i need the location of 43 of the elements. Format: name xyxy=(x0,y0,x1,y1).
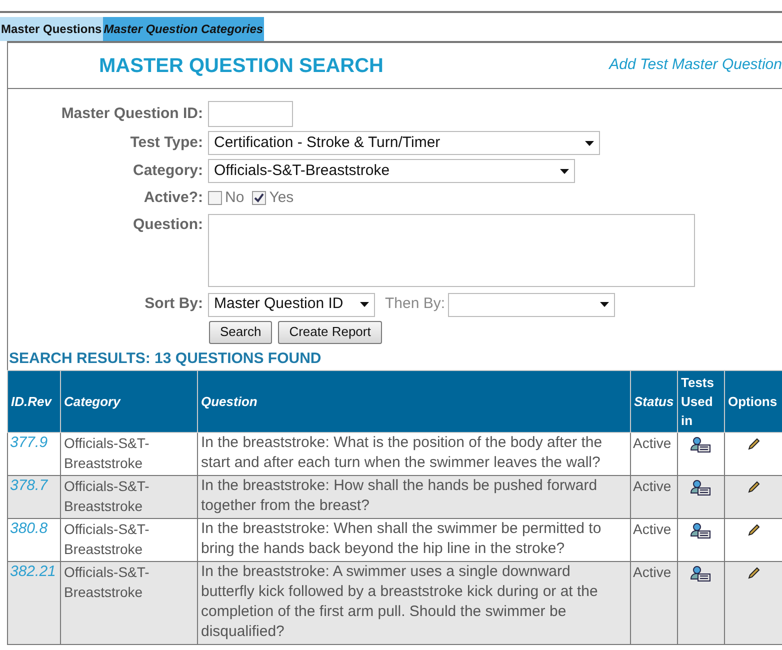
sort-by-select[interactable]: Master Question ID xyxy=(208,292,375,316)
field-label: Test Type: xyxy=(129,132,204,153)
tab[interactable]: Master Question Categories xyxy=(102,17,264,41)
field-label: Master Question ID: xyxy=(60,104,204,124)
pencil-icon[interactable] xyxy=(746,437,760,451)
field-label: Question: xyxy=(132,214,204,234)
people-icon[interactable] xyxy=(690,566,712,582)
table-cell: Officials-S&T-Breaststroke xyxy=(60,562,198,644)
caret-icon xyxy=(360,302,369,307)
results-heading: SEARCH RESULTS: 13 QUESTIONS FOUND xyxy=(8,348,322,368)
caret-icon xyxy=(560,168,569,174)
checkbox-label: Yes xyxy=(269,188,294,208)
field-label: Active?: xyxy=(142,188,204,208)
column-header: ID.Rev xyxy=(8,370,60,432)
pencil-icon[interactable] xyxy=(746,480,760,494)
form-button[interactable]: Create Report xyxy=(278,320,382,344)
column-header: Question xyxy=(198,370,630,432)
tab[interactable]: Master Questions xyxy=(0,17,103,41)
field-label: Sort By: xyxy=(144,294,204,314)
field-label: Then By: xyxy=(385,294,446,314)
field-label: Category: xyxy=(132,160,204,181)
category-select[interactable]: Officials-S&T-Breaststroke xyxy=(208,159,575,183)
people-icon[interactable] xyxy=(690,437,712,453)
id-field[interactable] xyxy=(208,101,293,127)
checkbox[interactable] xyxy=(252,191,266,206)
pencil-icon[interactable] xyxy=(746,523,760,537)
caret-icon xyxy=(585,140,594,146)
checkbox-label: No xyxy=(225,188,244,208)
table-cell: Active xyxy=(630,562,678,644)
test-type-select[interactable]: Certification - Stroke & Turn/Timer xyxy=(208,131,600,155)
people-icon[interactable] xyxy=(690,480,712,496)
question-field[interactable] xyxy=(208,214,695,286)
column-header: Tests Used in xyxy=(678,370,724,432)
column-header: Options xyxy=(724,370,782,432)
table-cell: In the breaststroke: A swimmer uses a single downward butterfly kick followed by a breaststroke kick during or at the completion of the first arm pull. Should the swimmer be disqualified? xyxy=(198,562,630,644)
column-header: Category xyxy=(60,370,198,432)
page-title: MASTER QUESTION SEARCH xyxy=(99,54,384,78)
column-header: Status xyxy=(630,370,678,432)
caret-icon xyxy=(600,302,610,307)
form-button[interactable]: Search xyxy=(209,320,272,344)
people-icon[interactable] xyxy=(690,523,712,539)
pencil-icon[interactable] xyxy=(746,566,760,580)
checkbox[interactable] xyxy=(208,191,222,206)
